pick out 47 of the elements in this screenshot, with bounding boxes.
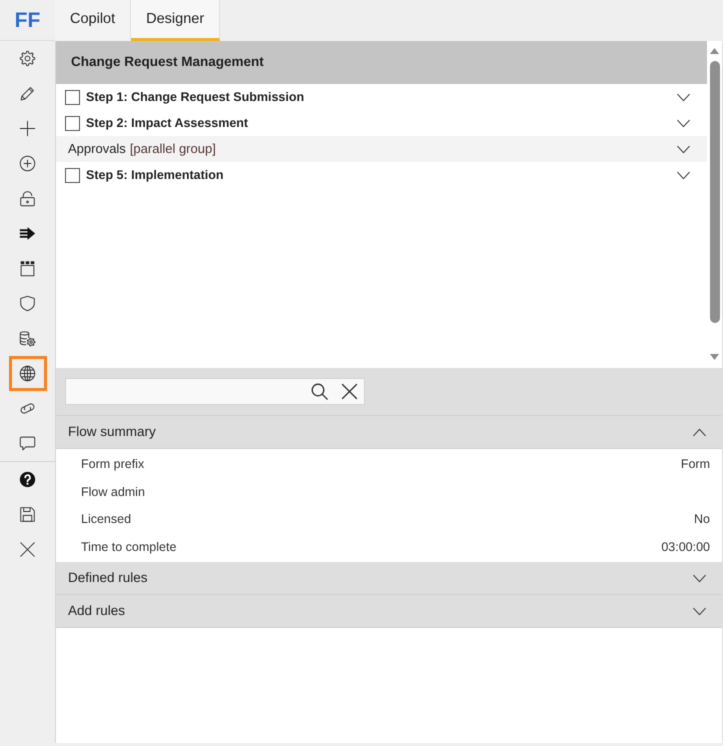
chevron-down-icon[interactable] bbox=[676, 118, 691, 128]
question-mark-circle-icon bbox=[19, 471, 36, 488]
globe-button[interactable] bbox=[8, 356, 46, 391]
field-value: No bbox=[694, 511, 710, 528]
checkbox[interactable] bbox=[65, 116, 80, 130]
close-icon bbox=[19, 541, 36, 558]
arrow-right-icon bbox=[19, 225, 36, 242]
chevron-down-icon[interactable] bbox=[676, 170, 691, 180]
close-icon[interactable] bbox=[341, 383, 358, 400]
shield-icon bbox=[19, 295, 36, 312]
tab[interactable]: Copilot bbox=[55, 0, 132, 41]
search-icon[interactable] bbox=[311, 383, 328, 400]
field-value: 03:00:00 bbox=[661, 538, 710, 556]
calendar-icon bbox=[19, 260, 36, 277]
step-title: Step 1: Change Request Submission bbox=[86, 88, 304, 106]
field-label: Flow admin bbox=[81, 484, 145, 501]
pencil-icon bbox=[19, 85, 36, 102]
database-gear-icon bbox=[19, 330, 36, 347]
step-title: Step 5: Implementation bbox=[86, 166, 224, 184]
step-title: Step 2: Impact Assessment bbox=[86, 114, 248, 132]
field-label: Licensed bbox=[81, 511, 132, 528]
section-header[interactable]: Defined rules bbox=[56, 562, 722, 595]
globe-icon bbox=[19, 365, 36, 382]
section-header[interactable]: Flow summary bbox=[56, 416, 722, 449]
chevron-down-icon[interactable] bbox=[676, 92, 691, 102]
flow-title: Change Request Management bbox=[56, 41, 707, 84]
section-header[interactable]: Add rules bbox=[56, 595, 722, 628]
group-type-label: [parallel group] bbox=[130, 140, 216, 158]
checkbox[interactable] bbox=[65, 90, 80, 104]
plus-circle-icon bbox=[19, 155, 36, 172]
group-title: Approvals bbox=[68, 140, 126, 158]
chevron-down-icon[interactable] bbox=[676, 144, 691, 154]
logo: FF bbox=[14, 10, 42, 30]
scroll-down-icon[interactable] bbox=[710, 354, 719, 360]
checkbox[interactable] bbox=[65, 168, 80, 182]
plus-icon bbox=[19, 120, 36, 137]
group-row[interactable]: Approvals [parallel group] bbox=[56, 136, 707, 162]
unlocked-padlock-icon bbox=[19, 190, 36, 207]
gear-icon bbox=[19, 50, 36, 67]
field-label: Time to complete bbox=[81, 538, 176, 556]
field-label: Form prefix bbox=[81, 456, 144, 474]
tab[interactable]: Designer bbox=[131, 0, 220, 41]
field-value: Form bbox=[680, 456, 710, 474]
scrollbar-thumb[interactable] bbox=[710, 61, 720, 323]
scroll-up-icon[interactable] bbox=[710, 48, 719, 54]
speech-bubble-icon bbox=[19, 435, 36, 452]
search-field[interactable] bbox=[65, 378, 365, 405]
